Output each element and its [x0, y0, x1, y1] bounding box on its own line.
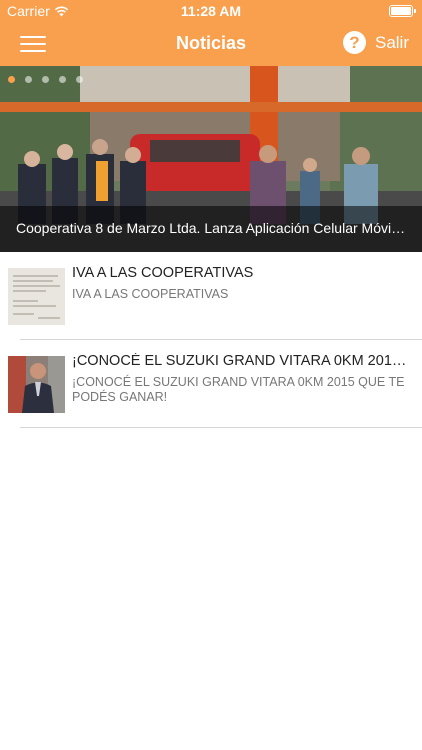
battery-icon	[389, 5, 416, 17]
carousel-dot[interactable]	[42, 76, 49, 83]
carousel-dot[interactable]	[76, 76, 83, 83]
news-carousel[interactable]: Cooperativa 8 de Marzo Ltda. Lanza Aplic…	[0, 66, 422, 252]
status-bar: Carrier 11:28 AM	[0, 0, 422, 22]
carousel-page-indicator[interactable]	[8, 76, 83, 83]
logout-label[interactable]: Salir	[375, 33, 409, 53]
news-thumbnail-document	[8, 268, 65, 325]
news-subtitle: IVA A LAS COOPERATIVAS	[72, 287, 229, 301]
help-icon[interactable]: ?	[342, 31, 366, 54]
news-title: ¡CONOCÉ EL SUZUKI GRAND VITARA 0KM 2015.…	[72, 353, 408, 369]
news-title: IVA A LAS COOPERATIVAS	[72, 265, 254, 281]
carousel-dot[interactable]	[8, 76, 15, 83]
list-item[interactable]: IVA A LAS COOPERATIVAS IVA A LAS COOPERA…	[0, 252, 422, 340]
carousel-dot[interactable]	[59, 76, 66, 83]
list-item[interactable]: ¡CONOCÉ EL SUZUKI GRAND VITARA 0KM 2015.…	[0, 340, 422, 428]
status-time: 11:28 AM	[180, 3, 242, 19]
news-list: IVA A LAS COOPERATIVAS IVA A LAS COOPERA…	[0, 252, 422, 428]
carousel-caption[interactable]: Cooperativa 8 de Marzo Ltda. Lanza Aplic…	[0, 206, 422, 252]
divider	[20, 427, 422, 428]
news-subtitle: ¡CONOCÉ EL SUZUKI GRAND VITARA 0KM 2015 …	[72, 375, 405, 404]
news-thumbnail-person	[8, 356, 65, 413]
logout-button[interactable]: ? Salir	[342, 31, 409, 54]
navigation-bar: Noticias ? Salir	[0, 22, 422, 66]
top-bar: Carrier 11:28 AM Noticias ? Salir	[0, 0, 422, 66]
carousel-dot[interactable]	[25, 76, 32, 83]
